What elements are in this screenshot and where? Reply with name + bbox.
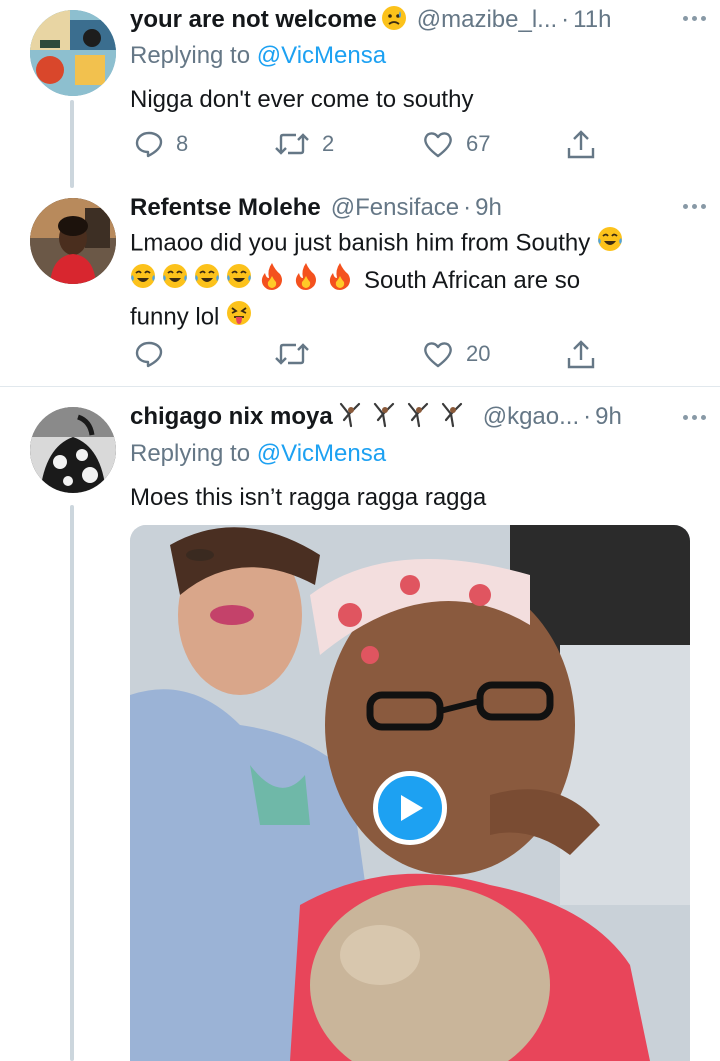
video-player[interactable] xyxy=(130,525,690,1061)
replying-to: Replying to @VicMensa xyxy=(130,42,386,70)
tweet-text: Lmaoo did you just banish him from South… xyxy=(130,226,690,336)
fire-emoji xyxy=(260,262,284,300)
reply-icon xyxy=(135,341,163,368)
action-bar: 8 2 67 xyxy=(130,126,610,162)
more-options-icon[interactable] xyxy=(683,415,706,420)
tweet-text-line-1: Lmaoo did you just banish him from South… xyxy=(130,229,591,257)
thread-line xyxy=(70,505,74,1061)
tweet-header: Refentse Molehe @Fensiface · 9h xyxy=(130,192,706,224)
retweet-count: 2 xyxy=(322,131,335,156)
like-button[interactable]: 20 xyxy=(422,336,490,372)
heart-icon xyxy=(424,132,452,158)
like-count: 20 xyxy=(466,341,491,366)
fire-emoji xyxy=(294,262,318,300)
tweet-text: Moes this isn’t ragga ragga ragga xyxy=(130,484,487,511)
reply-icon xyxy=(135,131,163,158)
mention-link[interactable]: @VicMensa xyxy=(257,42,386,69)
mention-link[interactable]: @VicMensa xyxy=(257,440,386,467)
tears-of-joy-emoji xyxy=(597,226,623,262)
play-icon xyxy=(401,795,423,821)
heart-icon xyxy=(424,342,452,368)
separator-dot: · xyxy=(583,403,592,430)
tweet-header: your are not welcome @mazibe_l... · 11h xyxy=(130,4,706,36)
tweet-2[interactable]: Refentse Molehe @Fensiface · 9h Lmaoo di… xyxy=(0,190,720,386)
tears-of-joy-emoji xyxy=(130,263,156,299)
reply-button[interactable] xyxy=(134,336,176,372)
more-options-icon[interactable] xyxy=(683,16,706,21)
fire-emoji xyxy=(328,262,352,300)
retweet-icon xyxy=(275,133,309,155)
handle[interactable]: @kgao... xyxy=(483,403,579,431)
retweet-button[interactable] xyxy=(274,336,322,372)
like-button[interactable]: 67 xyxy=(422,126,490,162)
squinting-tongue-emoji xyxy=(226,300,252,336)
display-name[interactable]: chigago nix moya xyxy=(130,403,333,431)
person-cartwheeling-emoji xyxy=(335,400,475,435)
tweet-1[interactable]: your are not welcome @mazibe_l... · 11h … xyxy=(0,0,720,190)
tears-of-joy-emoji xyxy=(162,263,188,299)
replying-prefix: Replying to xyxy=(130,440,251,467)
tears-of-joy-emoji xyxy=(226,263,252,299)
share-button[interactable] xyxy=(566,336,596,372)
tweet-header: chigago nix moya @kgao... · 9h xyxy=(130,401,706,433)
tweet-text-line-2: South African are so xyxy=(364,267,581,294)
play-button[interactable] xyxy=(373,771,447,845)
action-bar: 20 xyxy=(130,336,610,372)
timestamp[interactable]: 9h xyxy=(475,194,502,222)
share-button[interactable] xyxy=(566,126,596,162)
replying-to: Replying to @VicMensa xyxy=(130,440,386,468)
handle[interactable]: @mazibe_l... xyxy=(417,6,557,34)
replying-prefix: Replying to xyxy=(130,42,251,69)
timestamp[interactable]: 11h xyxy=(573,6,611,34)
share-icon xyxy=(567,340,595,369)
avatar[interactable] xyxy=(30,198,116,284)
thread-line xyxy=(70,100,74,188)
tears-of-joy-emoji xyxy=(194,263,220,299)
more-options-icon[interactable] xyxy=(683,204,706,209)
retweet-icon xyxy=(275,343,309,365)
display-name[interactable]: your are not welcome xyxy=(130,6,377,34)
tweet-text-line: South African are so xyxy=(130,262,690,300)
timestamp[interactable]: 9h xyxy=(595,403,622,431)
avatar[interactable] xyxy=(30,10,116,96)
tweet-text-line-3: funny lol xyxy=(130,303,220,331)
avatar[interactable] xyxy=(30,407,116,493)
reply-button[interactable]: 8 xyxy=(134,126,188,162)
retweet-button[interactable]: 2 xyxy=(274,126,334,162)
share-icon xyxy=(567,130,595,159)
like-count: 67 xyxy=(466,131,491,156)
separator-dot: · xyxy=(561,6,570,33)
display-name[interactable]: Refentse Molehe xyxy=(130,194,321,222)
tweet-text-line: funny lol xyxy=(130,300,690,336)
separator-dot: · xyxy=(463,194,472,221)
tweet-text: Nigga don't ever come to southy xyxy=(130,86,474,113)
worried-face-emoji xyxy=(381,5,407,36)
tweet-text-line: Lmaoo did you just banish him from South… xyxy=(130,226,690,262)
reply-count: 8 xyxy=(176,131,189,156)
handle[interactable]: @Fensiface xyxy=(331,194,459,222)
